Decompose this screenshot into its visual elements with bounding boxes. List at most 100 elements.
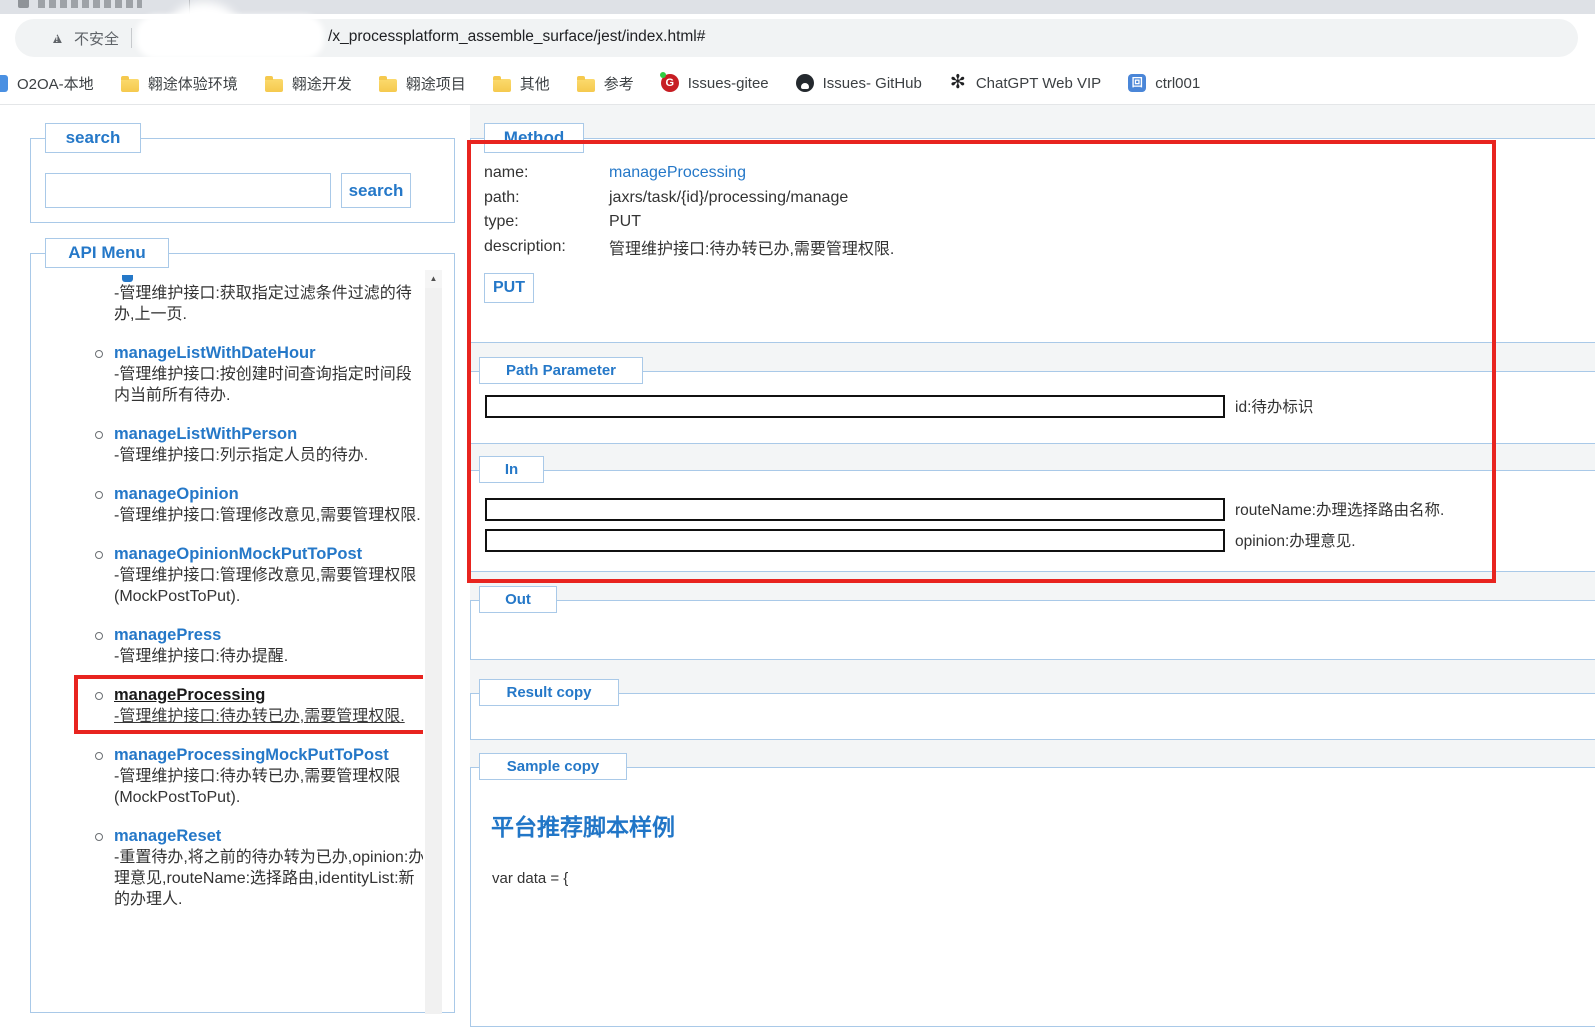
in-routename-label: routeName:办理选择路由名称. bbox=[1235, 502, 1445, 519]
section-gap bbox=[470, 660, 1595, 693]
api-method-description: -管理维护接口:待办转已办,需要管理权限 (MockPostToPut). bbox=[114, 768, 401, 806]
url-text: /x_processplatform_assemble_surface/jest… bbox=[328, 28, 706, 45]
api-menu-panel: API Menu -管理维护接口:获取指定过滤条件过滤的待办,上一页. mana… bbox=[30, 238, 455, 1014]
in-opinion-input[interactable] bbox=[485, 528, 1225, 552]
method-row: description: 管理维护接口:待办转已办,需要管理权限. bbox=[484, 235, 894, 260]
parameter-row: routeName:办理选择路由名称. bbox=[485, 497, 1444, 521]
api-method-link[interactable] bbox=[114, 271, 423, 283]
address-bar[interactable]: ▲ ! 不安全 92 /x_processplatform_assemble_s… bbox=[15, 15, 1578, 59]
bookmark-icon bbox=[1128, 74, 1147, 92]
method-row: path: jaxrs/task/{id}/processing/manage bbox=[484, 186, 894, 211]
sample-copy-panel: Sample copy 平台推荐脚本样例 var data = { bbox=[470, 753, 1595, 1027]
api-menu-scrollbar[interactable]: ▲ bbox=[425, 270, 442, 1014]
bookmark-item[interactable]: Issues-gitee bbox=[659, 72, 769, 92]
in-opinion-label: opinion:办理意见. bbox=[1235, 533, 1356, 550]
api-method-link[interactable]: manageOpinionMockPutToPost bbox=[114, 543, 423, 565]
bookmark-icon bbox=[120, 75, 139, 92]
api-menu-item[interactable]: managePress -管理维护接口:待办提醒. bbox=[95, 624, 423, 667]
bookmark-icon bbox=[378, 75, 397, 92]
path-parameter-panel: Path Parameter id:待办标识 bbox=[470, 357, 1595, 444]
api-method-link[interactable]: manageReset bbox=[114, 825, 423, 847]
page-content: search search API Menu -管理维护接口:获取指定过滤条件过… bbox=[0, 105, 1595, 1027]
bookmark-label: ctrl001 bbox=[1155, 74, 1201, 92]
api-method-description: -管理维护接口:获取指定过滤条件过滤的待办,上一页. bbox=[114, 285, 412, 323]
api-menu-item[interactable]: manageListWithPerson -管理维护接口:列示指定人员的待办. bbox=[95, 423, 423, 466]
bookmark-icon bbox=[264, 75, 283, 92]
bookmark-label: 其他 bbox=[519, 75, 550, 93]
bookmark-icon bbox=[492, 75, 511, 92]
search-input[interactable] bbox=[45, 173, 331, 208]
bookmark-label: 参考 bbox=[603, 75, 634, 93]
path-parameter-input[interactable] bbox=[485, 394, 1225, 418]
path-parameter-legend: Path Parameter bbox=[479, 357, 643, 384]
api-menu-item[interactable]: manageProcessing -管理维护接口:待办转已办,需要管理权限. bbox=[74, 675, 423, 734]
search-button[interactable]: search bbox=[341, 173, 411, 208]
bookmark-item[interactable]: Issues- GitHub bbox=[795, 74, 922, 92]
browser-tab[interactable] bbox=[0, 0, 190, 14]
in-legend: In bbox=[479, 456, 544, 483]
bookmarks-bar: O2OA-本地 翱途体验环境 翱途开发 翱途项目 其他 参考 Issues-gi… bbox=[0, 62, 1595, 105]
bookmark-item[interactable]: O2OA-本地 bbox=[0, 73, 94, 94]
address-bar-row: ▲ ! 不安全 92 /x_processplatform_assemble_s… bbox=[0, 2, 1595, 62]
method-row: name: manageProcessing bbox=[484, 161, 894, 186]
scrollbar-up-arrow-icon[interactable]: ▲ bbox=[425, 270, 442, 288]
parameter-row: opinion:办理意见. bbox=[485, 528, 1356, 552]
method-row-value: manageProcessing bbox=[609, 164, 746, 182]
method-row-label: name: bbox=[484, 164, 529, 182]
bookmark-item[interactable]: ChatGPT Web VIP bbox=[949, 74, 1101, 92]
api-method-link[interactable]: manageListWithDateHour bbox=[114, 342, 423, 364]
bookmark-label: 翱途项目 bbox=[405, 75, 466, 93]
bookmark-item[interactable]: 参考 bbox=[576, 73, 634, 94]
url-zone[interactable]: 92 /x_processplatform_assemble_surface/j… bbox=[136, 15, 1578, 59]
api-menu-item[interactable]: manageOpinion -管理维护接口:管理修改意见,需要管理权限. bbox=[95, 483, 423, 526]
out-panel: Out bbox=[470, 586, 1595, 660]
api-method-description: -管理维护接口:按创建时间查询指定时间段内当前所有待办. bbox=[114, 366, 412, 404]
sample-code-line: var data = { bbox=[492, 870, 569, 887]
in-panel: In routeName:办理选择路由名称. opinion:办理意见. bbox=[470, 456, 1595, 572]
http-verb-button[interactable]: PUT bbox=[484, 273, 534, 303]
api-menu-legend: API Menu bbox=[45, 238, 169, 268]
sample-heading: 平台推荐脚本样例 bbox=[491, 814, 675, 840]
section-gap bbox=[470, 444, 1595, 470]
api-menu-item[interactable]: manageProcessingMockPutToPost -管理维护接口:待办… bbox=[95, 744, 423, 808]
path-parameter-label: id:待办标识 bbox=[1235, 399, 1314, 416]
method-row-value: 管理维护接口:待办转已办,需要管理权限. bbox=[609, 240, 895, 258]
api-method-description: -重置待办,将之前的待办转为已办,opinion:办理意见,routeName:… bbox=[114, 849, 423, 908]
api-method-link[interactable]: manageOpinion bbox=[114, 483, 423, 505]
bookmark-label: Issues- GitHub bbox=[822, 74, 922, 92]
section-gap bbox=[470, 105, 1595, 138]
method-row: type: PUT bbox=[484, 210, 894, 235]
api-method-description: -管理维护接口:待办提醒. bbox=[114, 648, 289, 665]
tab-title-clipped bbox=[38, 0, 142, 8]
not-secure-warning-icon[interactable]: ▲ ! bbox=[50, 30, 66, 47]
api-method-description: -管理维护接口:列示指定人员的待办. bbox=[114, 447, 369, 464]
method-row-label: description: bbox=[484, 237, 566, 255]
api-menu-item[interactable]: manageListWithDateHour -管理维护接口:按创建时间查询指定… bbox=[95, 342, 423, 406]
section-gap bbox=[470, 740, 1595, 767]
api-menu-item[interactable]: manageOpinionMockPutToPost -管理维护接口:管理修改意… bbox=[95, 543, 423, 607]
api-method-link[interactable]: manageListWithPerson bbox=[114, 423, 423, 445]
api-method-link[interactable]: manageProcessingMockPutToPost bbox=[114, 744, 423, 766]
api-method-link[interactable]: managePress bbox=[114, 624, 423, 646]
api-menu-scroll-area[interactable]: -管理维护接口:获取指定过滤条件过滤的待办,上一页. manageListWit… bbox=[31, 263, 423, 1003]
bookmark-item[interactable]: 其他 bbox=[492, 73, 550, 94]
bookmark-icon bbox=[576, 75, 595, 92]
bookmark-item[interactable]: ctrl001 bbox=[1128, 74, 1200, 92]
method-legend: Method bbox=[484, 123, 584, 153]
blur-blob bbox=[170, 2, 238, 50]
bookmark-icon bbox=[659, 72, 679, 92]
bookmark-icon bbox=[949, 74, 967, 92]
bookmark-item[interactable]: 翱途开发 bbox=[264, 73, 352, 94]
api-method-description: -管理维护接口:管理修改意见,需要管理权限 (MockPostToPut). bbox=[114, 567, 417, 605]
bookmark-item[interactable]: 翱途项目 bbox=[378, 73, 466, 94]
api-menu-item[interactable]: -管理维护接口:获取指定过滤条件过滤的待办,上一页. bbox=[114, 271, 423, 325]
api-method-description: -管理维护接口:管理修改意见,需要管理权限. bbox=[114, 507, 421, 524]
out-legend: Out bbox=[479, 586, 557, 613]
api-method-link[interactable]: manageProcessing bbox=[114, 684, 423, 706]
in-routename-input[interactable] bbox=[485, 497, 1225, 521]
bookmark-label: O2OA-本地 bbox=[17, 75, 94, 93]
method-row-label: path: bbox=[484, 188, 520, 206]
api-menu-item[interactable]: manageReset -重置待办,将之前的待办转为已办,opinion:办理意… bbox=[95, 825, 423, 910]
bookmark-item[interactable]: 翱途体验环境 bbox=[120, 73, 238, 94]
bookmark-icon bbox=[795, 74, 814, 92]
